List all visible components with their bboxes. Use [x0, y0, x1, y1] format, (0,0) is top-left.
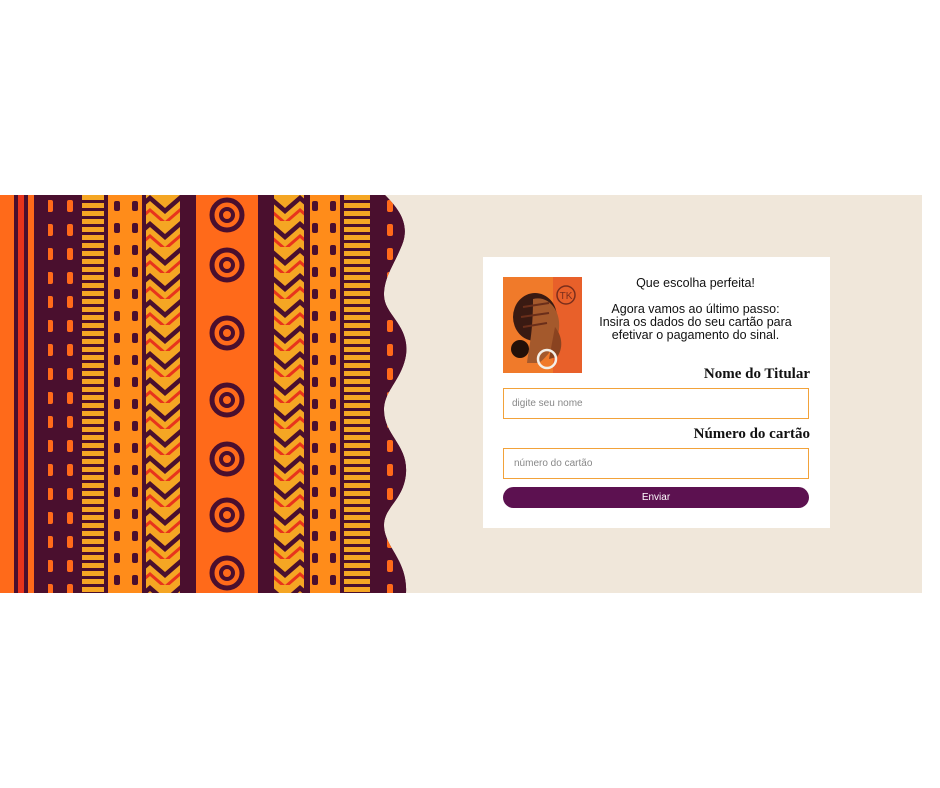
submit-button[interactable]: Enviar: [503, 487, 809, 508]
african-pattern-decoration: [0, 195, 407, 593]
instruction-text: Agora vamos ao último passo: Insira os d…: [599, 302, 792, 342]
portrait-logo-text: TK: [560, 291, 573, 302]
intro-message: Que escolha perfeita! Agora vamos ao últ…: [596, 277, 795, 342]
name-input[interactable]: [503, 388, 809, 419]
woman-portrait-illustration-icon: TK: [503, 277, 582, 373]
payment-card: TK Que escolha perfeita! Agora vamos ao …: [483, 257, 830, 528]
greeting-text: Que escolha perfeita!: [636, 276, 755, 290]
card-number-input[interactable]: [503, 448, 809, 479]
name-label: Nome do Titular: [703, 366, 810, 382]
card-number-label: Número do cartão: [693, 426, 810, 442]
